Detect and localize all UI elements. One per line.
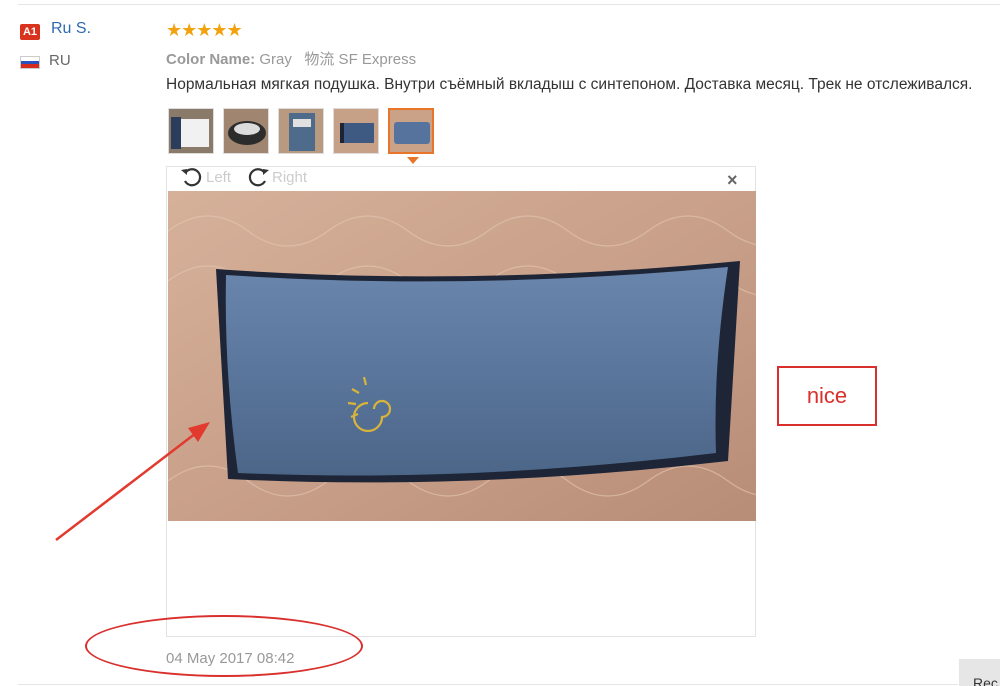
color-name-label: Color Name: — [166, 51, 256, 68]
user-country: RU — [49, 52, 71, 69]
top-divider — [18, 4, 1000, 5]
annotation-arrow-icon — [55, 422, 210, 541]
review-photo — [168, 191, 756, 521]
bottom-divider — [18, 684, 958, 685]
report-button[interactable]: Rec — [959, 659, 1000, 686]
annotation-note-text: nice — [806, 383, 848, 408]
user-name[interactable]: Ru S. — [51, 20, 91, 38]
review-thumbnail[interactable] — [168, 108, 214, 154]
rotate-right-button[interactable]: Right — [246, 166, 307, 188]
annotation-ellipse — [85, 615, 363, 677]
user-level-badge: A1 — [20, 24, 40, 40]
review-text: Нормальная мягкая подушка. Внутри съёмны… — [166, 76, 973, 93]
rotate-left-icon — [181, 168, 202, 187]
review-thumbnail[interactable] — [223, 108, 269, 154]
review-meta: Color Name: Gray 物流 SF Express — [166, 48, 416, 69]
russia-flag-icon — [20, 56, 40, 69]
rotate-left-button[interactable]: Left — [180, 166, 231, 188]
rotate-left-label: Left — [206, 168, 232, 186]
review-thumbnail[interactable] — [278, 108, 324, 154]
color-name-value: Gray — [255, 51, 292, 68]
close-viewer-button[interactable]: × — [727, 170, 738, 191]
review-thumbnail-active[interactable] — [388, 108, 434, 154]
annotation-note-box: nice — [777, 366, 877, 426]
active-thumbnail-caret-icon — [407, 157, 419, 164]
rotate-right-label: Right — [272, 168, 308, 186]
review-thumbnail[interactable] — [333, 108, 379, 154]
star-rating: ★★★★★ — [166, 20, 243, 40]
logistics-info: 物流 SF Express — [304, 51, 417, 68]
rotate-right-icon — [248, 168, 269, 187]
